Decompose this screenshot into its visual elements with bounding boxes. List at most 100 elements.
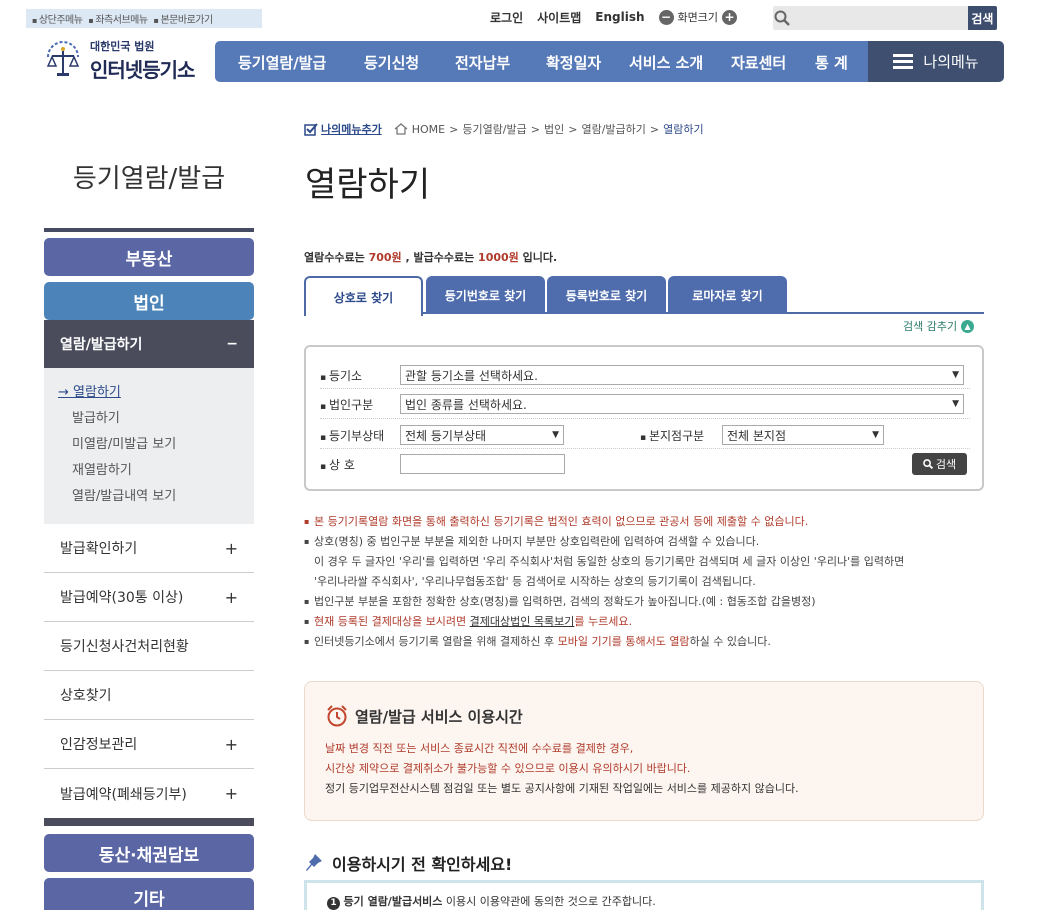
breadcrumb-home[interactable]: HOME — [412, 123, 445, 136]
logo-title: 인터넷등기소 — [90, 57, 195, 82]
expand-icon: + — [224, 538, 238, 558]
search-icon — [773, 6, 791, 30]
main-nav: 등기열람/발급 등기신청 전자납부 확정일자 서비스 소개 자료센터 통 계 — [215, 41, 868, 82]
status-row: 등기부상태 전체 등기부상태▼ — [320, 425, 564, 445]
sidebar-item-realestate[interactable]: 부동산 — [44, 238, 254, 276]
logo-text: 대한민국 법원 인터넷등기소 — [90, 38, 195, 83]
skip-link-side-menu[interactable]: 좌측서브메뉴 — [88, 11, 148, 26]
chevron-down-icon: ▼ — [952, 399, 959, 409]
logo-subtitle: 대한민국 법원 — [90, 39, 155, 53]
search-tabs: 상호로 찾기 등기번호로 찾기 등록번호로 찾기 로마자로 찾기 — [304, 276, 984, 316]
chevron-down-icon: ▼ — [952, 370, 959, 380]
gnb-item-stats[interactable]: 통 계 — [815, 52, 848, 73]
tab-by-name[interactable]: 상호로 찾기 — [304, 276, 423, 316]
add-my-menu-link[interactable]: 나의메뉴추가 — [304, 121, 382, 137]
service-hours-box: 열람/발급 서비스 이용시간 날짜 변경 직전 또는 서비스 종료시간 직전에 … — [304, 681, 984, 821]
tab-by-registration[interactable]: 등록번호로 찾기 — [547, 276, 666, 314]
gnb-item-apply[interactable]: 등기신청 — [364, 52, 419, 73]
tab-by-roman[interactable]: 로마자로 찾기 — [668, 276, 787, 314]
notice-item-cont: '우리나라쌀 주식회사', '우리나무협동조합' 등 검색어로 시작하는 상호의… — [314, 575, 756, 588]
corp-type-row: 법인구분 법인 종류를 선택하세요.▼ — [320, 394, 964, 414]
sidebar-sub-review[interactable]: 재열람하기 — [58, 458, 254, 484]
branch-row: 본지점구분 전체 본지점▼ — [640, 425, 884, 445]
alarm-clock-icon — [327, 705, 347, 727]
zoom-control: − 화면크기 + — [658, 9, 738, 25]
sidebar-item-find-name[interactable]: 상호찾기 — [44, 671, 254, 720]
sidebar-submenu: → 열람하기 발급하기 미열람/미발급 보기 재열람하기 열람/발급내역 보기 — [44, 368, 254, 524]
corp-type-select[interactable]: 법인 종류를 선택하세요. ▼ — [400, 394, 964, 414]
registry-select[interactable]: 관할 등기소를 선택하세요. ▼ — [400, 365, 964, 385]
checkbox-icon — [304, 122, 318, 136]
payment-list-link[interactable]: 결제대상법인 목록보기 — [470, 615, 575, 628]
gnb-item-date[interactable]: 확정일자 — [546, 52, 601, 73]
expand-icon: + — [224, 587, 238, 607]
fee-info: 열람수수료는 700원 , 발급수수료는 1000원 입니다. — [304, 251, 558, 264]
sidebar-group-view-issue[interactable]: 열람/발급하기 − — [44, 320, 254, 368]
sidebar-item-status[interactable]: 등기신청사건처리현황 — [44, 622, 254, 671]
service-hours-title: 열람/발급 서비스 이용시간 — [325, 704, 523, 728]
my-menu-button[interactable]: 나의메뉴 — [868, 41, 1004, 82]
skip-links: 상단주메뉴 좌측서브메뉴 본문바로가기 — [26, 9, 262, 28]
english-link[interactable]: English — [595, 10, 644, 24]
form-search-button[interactable]: 검색 — [912, 453, 967, 475]
corp-type-label: 법인구분 — [320, 396, 400, 413]
gnb-item-payment[interactable]: 전자납부 — [455, 52, 510, 73]
status-label: 등기부상태 — [320, 427, 400, 444]
service-note: 날짜 변경 직전 또는 서비스 종료시간 직전에 수수료를 결제한 경우, — [325, 742, 634, 755]
sidebar-sub-view[interactable]: → 열람하기 — [58, 380, 254, 406]
zoom-out-icon[interactable]: − — [658, 9, 674, 25]
global-search: 검색 — [773, 6, 997, 30]
collapse-icon: − — [226, 336, 238, 352]
site-logo[interactable]: 대한민국 법원 인터넷등기소 — [42, 35, 202, 85]
login-link[interactable]: 로그인 — [490, 9, 523, 26]
precheck-box: 1 등기 열람/발급서비스 이용시 이용약관에 동의한 것으로 간주합니다. — [304, 880, 984, 910]
sidebar-sub-history[interactable]: 열람/발급내역 보기 — [58, 484, 254, 510]
sidebar-sub-issue[interactable]: 발급하기 — [58, 406, 254, 432]
search-icon — [923, 459, 933, 469]
my-menu-label: 나의메뉴 — [923, 53, 979, 71]
notice-item-cont: 이 경우 두 글자인 '우리'를 입력하면 '우리 주식회사'처럼 동일한 상호… — [314, 555, 905, 568]
gnb-item-view-issue[interactable]: 등기열람/발급 — [238, 52, 326, 73]
sidebar-item-corporation[interactable]: 법인 — [44, 282, 254, 320]
registry-label: 등기소 — [320, 367, 400, 384]
skip-link-content[interactable]: 본문바로가기 — [154, 11, 213, 26]
zoom-in-icon[interactable]: + — [722, 9, 738, 25]
sidebar-item-check-issue[interactable]: 발급확인하기 + — [44, 524, 254, 573]
breadcrumb-item[interactable]: 열람/발급하기 — [581, 121, 645, 137]
hide-search-toggle[interactable]: 검색 감추기 ▲ — [903, 318, 975, 334]
chevron-down-icon: ▼ — [872, 430, 879, 440]
sidebar-item-movable[interactable]: 동산·채권담보 — [44, 834, 254, 872]
breadcrumb-item[interactable]: 법인 — [544, 121, 564, 137]
breadcrumb-current: 열람하기 — [663, 123, 704, 136]
chevron-down-icon: ▼ — [552, 430, 559, 440]
notice-item: 상호(명칭) 중 법인구분 부분을 제외한 나머지 부분만 상호입력란에 입력하… — [304, 532, 994, 552]
tab-by-reg-number[interactable]: 등기번호로 찾기 — [426, 276, 545, 314]
sidebar-sub-unviewed[interactable]: 미열람/미발급 보기 — [58, 432, 254, 458]
skip-link-top-menu[interactable]: 상단주메뉴 — [32, 11, 83, 26]
status-select[interactable]: 전체 등기부상태 ▼ — [400, 425, 564, 445]
pin-icon — [306, 854, 322, 871]
gnb-item-data[interactable]: 자료센터 — [731, 52, 786, 73]
sidebar-item-reserve-closed[interactable]: 발급예약(폐쇄등기부) + — [44, 769, 254, 818]
expand-icon: + — [224, 734, 238, 754]
sitemap-link[interactable]: 사이트맵 — [537, 9, 581, 26]
notice-item: 본 등기기록열람 화면을 통해 출력하신 등기기록은 법적인 효력이 없으므로 … — [304, 512, 994, 532]
breadcrumb: 나의메뉴추가 HOME > 등기열람/발급 > 법인 > 열람/발급하기 > 열람하기 — [304, 120, 704, 138]
company-name-input[interactable] — [400, 454, 565, 474]
search-input[interactable] — [790, 6, 968, 30]
breadcrumb-item[interactable]: 등기열람/발급 — [462, 121, 526, 137]
sidebar-item-seal[interactable]: 인감정보관리 + — [44, 720, 254, 769]
hamburger-icon — [893, 54, 914, 69]
notice-item: 인터넷등기소에서 등기기록 열람을 위해 결제하신 후 모바일 기기를 통해서도… — [304, 632, 994, 652]
issue-fee: 1000원 — [478, 251, 519, 264]
registry-row: 등기소 관할 등기소를 선택하세요.▼ — [320, 365, 964, 385]
sidebar: 부동산 법인 열람/발급하기 − → 열람하기 발급하기 미열람/미발급 보기 … — [44, 228, 254, 910]
search-form: 등기소 관할 등기소를 선택하세요.▼ 법인구분 법인 종류를 선택하세요.▼ … — [304, 345, 984, 491]
gnb-item-service[interactable]: 서비스 소개 — [629, 52, 703, 73]
zoom-label: 화면크기 — [677, 11, 719, 24]
number-badge: 1 — [327, 897, 340, 910]
sidebar-item-etc[interactable]: 기타 — [44, 878, 254, 910]
sidebar-item-reserve[interactable]: 발급예약(30통 이상) + — [44, 573, 254, 622]
search-button[interactable]: 검색 — [967, 6, 997, 30]
branch-select[interactable]: 전체 본지점 ▼ — [722, 425, 884, 445]
